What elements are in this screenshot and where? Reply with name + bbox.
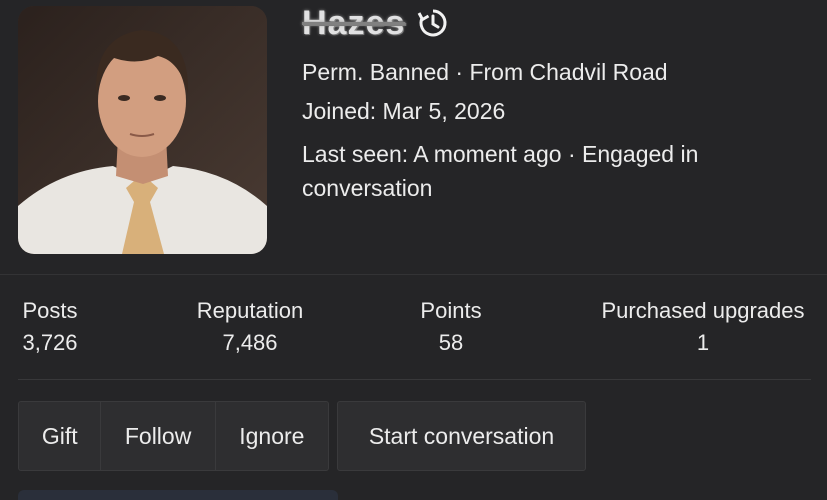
stat-posts[interactable]: Posts 3,726: [18, 295, 82, 359]
stat-value: 3,726: [22, 330, 78, 355]
stat-label: Points: [420, 298, 482, 323]
stat-value: 58: [438, 330, 464, 355]
start-conversation-button[interactable]: Start conversation: [338, 402, 585, 470]
stat-label: Purchased upgrades: [601, 298, 805, 323]
stat-value: 1: [696, 330, 710, 355]
stat-purchased-upgrades[interactable]: Purchased upgrades 1: [594, 295, 812, 359]
last-seen: Last seen: A moment ago · Engaged in con…: [302, 141, 699, 201]
ignore-button[interactable]: Ignore: [216, 402, 328, 470]
avatar[interactable]: [18, 6, 267, 254]
profile-card: Hazes Perm. Banned · From Chadvil Road J…: [0, 0, 827, 500]
stat-label: Posts: [22, 298, 78, 323]
joined-date: Joined: Mar 5, 2026: [302, 98, 506, 124]
username[interactable]: Hazes: [302, 4, 405, 43]
follow-button[interactable]: Follow: [101, 402, 216, 470]
stat-label: Reputation: [196, 298, 304, 323]
action-button-group: Gift Follow Ignore: [18, 401, 329, 471]
next-section-edge: [18, 490, 338, 500]
stat-value: 7,486: [222, 330, 278, 355]
username-row: Hazes: [302, 3, 449, 43]
avatar-image: [18, 6, 267, 254]
history-icon[interactable]: [417, 7, 449, 39]
divider: [0, 274, 827, 275]
gift-button[interactable]: Gift: [19, 402, 102, 470]
stat-points[interactable]: Points 58: [416, 295, 486, 359]
conversation-button-group: Start conversation: [337, 401, 586, 471]
status-line: Perm. Banned · From Chadvil Road: [302, 59, 668, 85]
divider: [18, 379, 811, 380]
stat-reputation[interactable]: Reputation 7,486: [192, 295, 308, 359]
